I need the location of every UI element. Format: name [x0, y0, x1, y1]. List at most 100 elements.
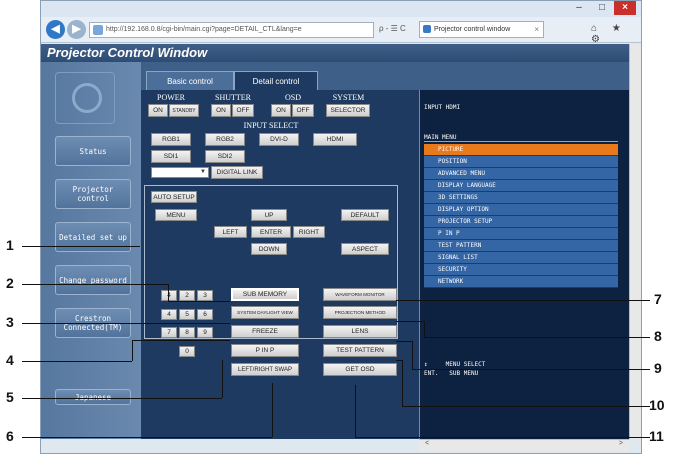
horizontal-scrollbar[interactable]: < >: [419, 439, 629, 451]
power-label: POWER: [157, 93, 185, 102]
menu-item[interactable]: SECURITY: [424, 264, 618, 276]
get-osd-button[interactable]: GET OSD: [323, 363, 397, 376]
callout-line: [396, 321, 424, 322]
menu-item[interactable]: DISPLAY LANGUAGE: [424, 180, 618, 192]
projection-method-button[interactable]: PROJECTION METHOD: [323, 306, 397, 319]
keypad-key[interactable]: 6: [197, 309, 213, 320]
menu-item[interactable]: P IN P: [424, 228, 618, 240]
menu-item[interactable]: TEST PATTERN: [424, 240, 618, 252]
osd-off-button[interactable]: OFF: [292, 104, 314, 117]
menu-item[interactable]: DISPLAY OPTION: [424, 204, 618, 216]
toolbar-icons[interactable]: ⌂ ★ ⚙: [591, 23, 641, 45]
down-button[interactable]: DOWN: [251, 243, 287, 255]
auto-setup-button[interactable]: AUTO SETUP: [151, 191, 197, 203]
detail-control-panel: POWER SHUTTER OSD SYSTEM ON STANDBY ON O…: [141, 90, 419, 439]
stage: – □ × ◀ ▶ http://192.168.0.8/cgi-bin/mai…: [0, 0, 684, 456]
projector-page: Projector Control Window Status Projecto…: [41, 44, 629, 439]
callout-number: 9: [654, 360, 662, 376]
menu-item[interactable]: POSITION: [424, 156, 618, 168]
address-bar[interactable]: http://192.168.0.8/cgi-bin/main.cgi?page…: [89, 22, 374, 38]
waveform-monitor-button[interactable]: WAVEFORM MONITOR: [323, 288, 397, 301]
enter-button[interactable]: ENTER: [251, 226, 291, 238]
tab-icon: [423, 25, 431, 33]
vertical-scrollbar[interactable]: [629, 44, 641, 439]
menu-item[interactable]: PICTURE: [424, 144, 618, 156]
input-sdi1-button[interactable]: SDI1: [151, 150, 191, 163]
callout-line: [402, 360, 403, 406]
keypad-key[interactable]: 2: [179, 290, 195, 301]
pinp-button[interactable]: P IN P: [231, 344, 299, 357]
tab-basic-control[interactable]: Basic control: [146, 71, 234, 90]
lens-button[interactable]: LENS: [323, 325, 397, 338]
callout-line: [396, 300, 650, 301]
keypad-key[interactable]: 3: [197, 290, 213, 301]
right-button[interactable]: RIGHT: [293, 226, 325, 238]
menu-item[interactable]: 3D SETTINGS: [424, 192, 618, 204]
address-tools[interactable]: ρ - ☰ C: [379, 24, 406, 33]
keypad-key[interactable]: 0: [179, 346, 195, 357]
logo-circle-icon: [72, 83, 102, 113]
tab-close-icon[interactable]: ×: [534, 22, 539, 37]
menu-item[interactable]: ADVANCED MENU: [424, 168, 618, 180]
input-hdmi-button[interactable]: HDMI: [313, 133, 357, 146]
aspect-button[interactable]: ASPECT: [341, 243, 389, 255]
forward-arrow-icon[interactable]: ▶: [67, 20, 86, 39]
sidebar-item-projector-control[interactable]: Projector control: [55, 179, 131, 209]
input-rgb2-button[interactable]: RGB2: [205, 133, 245, 146]
power-on-button[interactable]: ON: [148, 104, 168, 117]
osd-on-button[interactable]: ON: [271, 104, 291, 117]
test-pattern-button[interactable]: TEST PATTERN: [323, 344, 397, 357]
left-right-swap-button[interactable]: LEFT/RIGHT SWAP: [231, 363, 299, 376]
input-rgb1-button[interactable]: RGB1: [151, 133, 191, 146]
maximize-button[interactable]: □: [591, 1, 613, 15]
menu-item[interactable]: NETWORK: [424, 276, 618, 288]
left-button[interactable]: LEFT: [214, 226, 247, 238]
callout-line: [412, 369, 650, 370]
input-dropdown[interactable]: ▼: [151, 167, 209, 178]
input-sdi2-button[interactable]: SDI2: [205, 150, 245, 163]
tab-detail-control[interactable]: Detail control: [234, 71, 318, 90]
sidebar-item-change-password[interactable]: Change password: [55, 265, 131, 295]
keypad-key[interactable]: 8: [179, 327, 195, 338]
default-button[interactable]: DEFAULT: [341, 209, 389, 221]
callout-line: [424, 321, 425, 337]
freeze-button[interactable]: FREEZE: [231, 325, 299, 338]
callout-number: 10: [649, 397, 665, 413]
menu-item[interactable]: SIGNAL LIST: [424, 252, 618, 264]
shutter-off-button[interactable]: OFF: [232, 104, 254, 117]
system-daylight-view-button[interactable]: SYSTEM DAYLIGHT VIEW: [231, 306, 299, 319]
sub-memory-button[interactable]: SUB MEMORY: [231, 288, 299, 301]
sidebar-item-status[interactable]: Status: [55, 136, 131, 166]
keypad-key[interactable]: 4: [161, 290, 177, 301]
back-arrow-icon[interactable]: ◀: [46, 20, 65, 39]
up-button[interactable]: UP: [251, 209, 287, 221]
browser-tab[interactable]: Projector control window ×: [419, 21, 544, 38]
callout-number: 8: [654, 328, 662, 344]
chevron-down-icon: ▼: [200, 169, 206, 175]
input-dvid-button[interactable]: DVI-D: [259, 133, 299, 146]
menu-button[interactable]: MENU: [155, 209, 197, 221]
power-standby-button[interactable]: STANDBY: [169, 104, 199, 117]
callout-number: 2: [6, 275, 14, 291]
shutter-on-button[interactable]: ON: [211, 104, 231, 117]
system-selector-button[interactable]: SELECTOR: [326, 104, 370, 117]
keypad-key[interactable]: 5: [179, 309, 195, 320]
osd-label: OSD: [284, 93, 301, 102]
keypad-key[interactable]: 4: [161, 309, 177, 320]
scroll-left-icon[interactable]: <: [425, 440, 429, 447]
input-select-label: INPUT SELECT: [243, 121, 299, 130]
callout-number: 6: [6, 428, 14, 444]
digital-link-button[interactable]: DIGITAL LINK: [211, 166, 263, 179]
menu-item[interactable]: PROJECTOR SETUP: [424, 216, 618, 228]
scroll-right-icon[interactable]: >: [619, 440, 623, 447]
keypad-key[interactable]: 9: [197, 327, 213, 338]
sidebar-item-detailed-setup[interactable]: Detailed set up: [55, 222, 131, 252]
callout-line: [355, 385, 356, 437]
osd-menu-panel: INPUT HDMI MAIN MENU PICTURE POSITION ADVA…: [419, 90, 629, 439]
callout-line: [396, 341, 412, 342]
minimize-button[interactable]: –: [568, 1, 590, 15]
close-button[interactable]: ×: [614, 1, 636, 15]
keypad-key[interactable]: 7: [161, 327, 177, 338]
tab-title: Projector control window: [434, 26, 511, 33]
sidebar-item-japanese[interactable]: Japanese: [55, 389, 131, 405]
